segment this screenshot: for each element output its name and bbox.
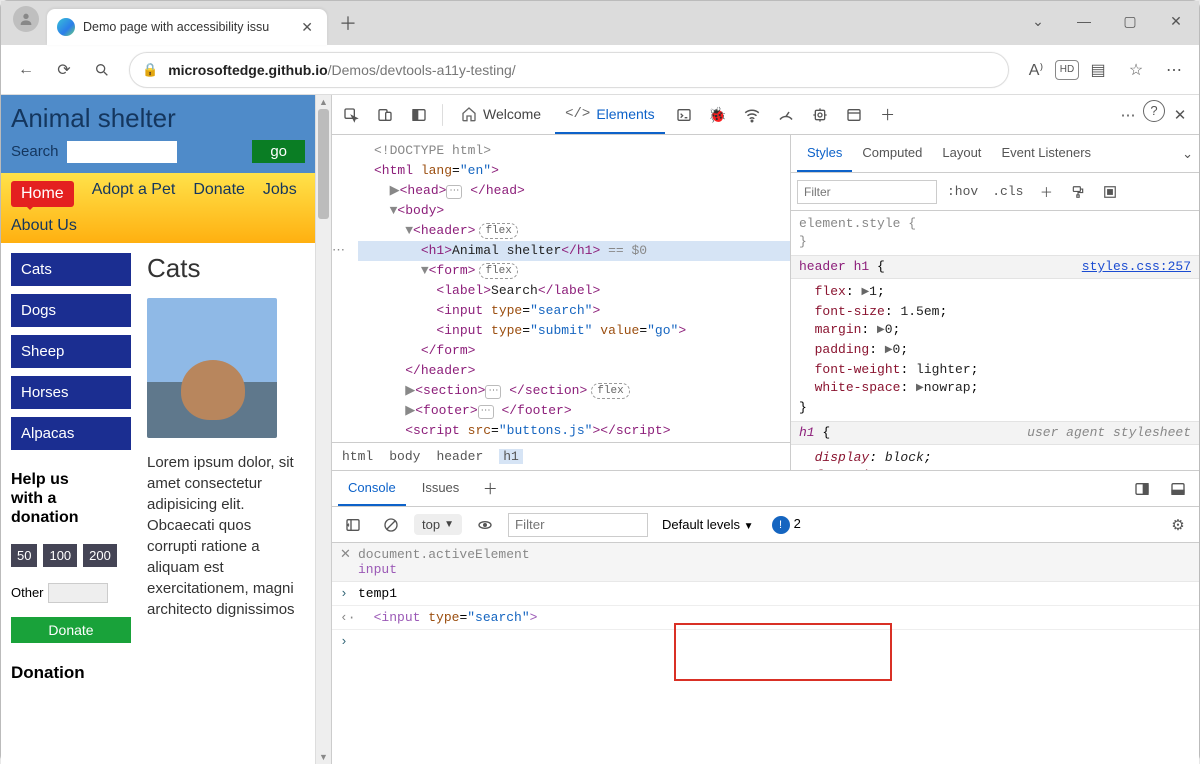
- console-filter[interactable]: [508, 513, 648, 537]
- search-label: Search: [11, 143, 59, 160]
- issues-count[interactable]: !2: [772, 516, 801, 534]
- favorite-icon[interactable]: ☆: [1117, 51, 1155, 89]
- box-model-icon[interactable]: [1097, 179, 1123, 205]
- donation-100[interactable]: 100: [43, 544, 77, 567]
- address-bar[interactable]: 🔒 microsoftedge.github.io/Demos/devtools…: [129, 52, 1009, 88]
- profile-avatar[interactable]: [13, 6, 39, 32]
- more-icon[interactable]: ⋯: [1155, 51, 1193, 89]
- main-nav: Home Adopt a Pet Donate Jobs About Us: [1, 173, 315, 243]
- console-icon[interactable]: [669, 100, 699, 130]
- content-heading: Cats: [147, 253, 305, 284]
- url-text: microsoftedge.github.io/Demos/devtools-a…: [168, 62, 516, 78]
- donate-button[interactable]: Donate: [11, 617, 131, 643]
- chevron-down-icon[interactable]: ⌄: [1182, 146, 1193, 162]
- donation-heading: Donation: [11, 663, 131, 683]
- log-levels[interactable]: Default levels ▼: [662, 517, 754, 532]
- application-icon[interactable]: [839, 100, 869, 130]
- tab-elements[interactable]: </> Elements: [555, 95, 665, 134]
- device-icon[interactable]: [370, 100, 400, 130]
- styles-tab-events[interactable]: Event Listeners: [991, 135, 1101, 172]
- console-sidebar-icon[interactable]: [338, 510, 368, 540]
- tab-title: Demo page with accessibility issu: [83, 20, 297, 34]
- side-sheep[interactable]: Sheep: [11, 335, 131, 368]
- page-title: Animal shelter: [11, 103, 305, 134]
- donation-50[interactable]: 50: [11, 544, 37, 567]
- search-submit[interactable]: go: [252, 140, 305, 163]
- hov-toggle[interactable]: :hov: [943, 184, 982, 199]
- more-tabs-icon[interactable]: ＋: [873, 100, 903, 130]
- side-cats[interactable]: Cats: [11, 253, 131, 286]
- memory-icon[interactable]: [805, 100, 835, 130]
- new-rule-icon[interactable]: ＋: [1033, 179, 1059, 205]
- source-link[interactable]: styles.css:257: [1082, 258, 1191, 276]
- nav-jobs[interactable]: Jobs: [263, 181, 297, 207]
- styles-filter[interactable]: [797, 180, 937, 204]
- devtools-close-icon[interactable]: ✕: [1165, 100, 1195, 130]
- other-input[interactable]: [48, 583, 108, 603]
- dom-tree[interactable]: <!DOCTYPE html> <html lang="en"> ▶<head>…: [332, 135, 790, 442]
- devtools-toolbar: Welcome </> Elements 🐞 ＋ ⋯ ? ✕: [332, 95, 1199, 135]
- tab-welcome[interactable]: Welcome: [451, 95, 551, 134]
- nav-adopt[interactable]: Adopt a Pet: [92, 181, 176, 207]
- close-window-icon[interactable]: ✕: [1153, 1, 1199, 41]
- cat-image: [147, 298, 277, 438]
- search-button[interactable]: [83, 51, 121, 89]
- side-dogs[interactable]: Dogs: [11, 294, 131, 327]
- minimize-icon[interactable]: ―: [1061, 1, 1107, 41]
- refresh-button[interactable]: ⟳: [45, 51, 83, 89]
- page-scrollbar[interactable]: ▲ ▼: [315, 95, 331, 764]
- help-heading: Help us with a donation: [11, 470, 131, 528]
- nav-home[interactable]: Home: [11, 181, 74, 207]
- hd-icon[interactable]: HD: [1055, 60, 1079, 80]
- help-icon[interactable]: ?: [1143, 100, 1165, 122]
- breadcrumb[interactable]: html body header h1: [332, 442, 790, 470]
- devtools-more-icon[interactable]: ⋯: [1113, 100, 1143, 130]
- side-horses[interactable]: Horses: [11, 376, 131, 409]
- search-input[interactable]: [67, 141, 177, 163]
- chevron-down-icon[interactable]: ⌄: [1015, 1, 1061, 41]
- live-expr-icon[interactable]: [470, 510, 500, 540]
- styles-panel[interactable]: element.style { } header h1 { styles.css…: [791, 211, 1199, 470]
- nav-about[interactable]: About Us: [11, 217, 77, 235]
- category-sidebar: Cats Dogs Sheep Horses Alpacas Help us w…: [11, 253, 131, 683]
- browser-tab[interactable]: Demo page with accessibility issu ✕: [47, 9, 327, 45]
- maximize-icon[interactable]: ▢: [1107, 1, 1153, 41]
- bug-icon[interactable]: 🐞: [703, 100, 733, 130]
- paint-icon[interactable]: [1065, 179, 1091, 205]
- styles-tab-layout[interactable]: Layout: [932, 135, 991, 172]
- drawer-dock-icon[interactable]: [1127, 474, 1157, 504]
- console-output[interactable]: ✕ document.activeElement input › temp1 ‹…: [332, 543, 1199, 764]
- cls-toggle[interactable]: .cls: [988, 184, 1027, 199]
- side-alpacas[interactable]: Alpacas: [11, 417, 131, 450]
- donation-200[interactable]: 200: [83, 544, 117, 567]
- network-icon[interactable]: [737, 100, 767, 130]
- other-label: Other: [11, 585, 44, 600]
- read-aloud-icon[interactable]: A⁾: [1017, 51, 1055, 89]
- reading-mode-icon[interactable]: ▤: [1079, 51, 1117, 89]
- back-button[interactable]: ←: [7, 51, 45, 89]
- page-content: Animal shelter Search go Home Adopt a Pe…: [1, 95, 315, 764]
- styles-tab-computed[interactable]: Computed: [852, 135, 932, 172]
- clear-console-icon[interactable]: [376, 510, 406, 540]
- drawer-tab-console[interactable]: Console: [338, 471, 406, 506]
- drawer-expand-icon[interactable]: [1163, 474, 1193, 504]
- nav-donate[interactable]: Donate: [193, 181, 245, 207]
- highlight-box: [674, 623, 892, 681]
- close-tab-icon[interactable]: ✕: [297, 17, 317, 38]
- lock-icon: 🔒: [142, 62, 158, 78]
- drawer-add-tab[interactable]: ＋: [475, 474, 505, 504]
- console-settings-icon[interactable]: ⚙: [1163, 510, 1193, 540]
- drawer-tab-issues[interactable]: Issues: [412, 471, 470, 506]
- dock-icon[interactable]: [404, 100, 434, 130]
- new-tab-button[interactable]: ＋: [331, 6, 365, 40]
- context-selector[interactable]: top ▼: [414, 514, 462, 535]
- inspect-icon[interactable]: [336, 100, 366, 130]
- performance-icon[interactable]: [771, 100, 801, 130]
- styles-tab-styles[interactable]: Styles: [797, 135, 852, 172]
- edge-icon: [57, 18, 75, 36]
- donation-presets: 50 100 200: [11, 544, 131, 567]
- content-text: Lorem ipsum dolor, sit amet consectetur …: [147, 452, 305, 620]
